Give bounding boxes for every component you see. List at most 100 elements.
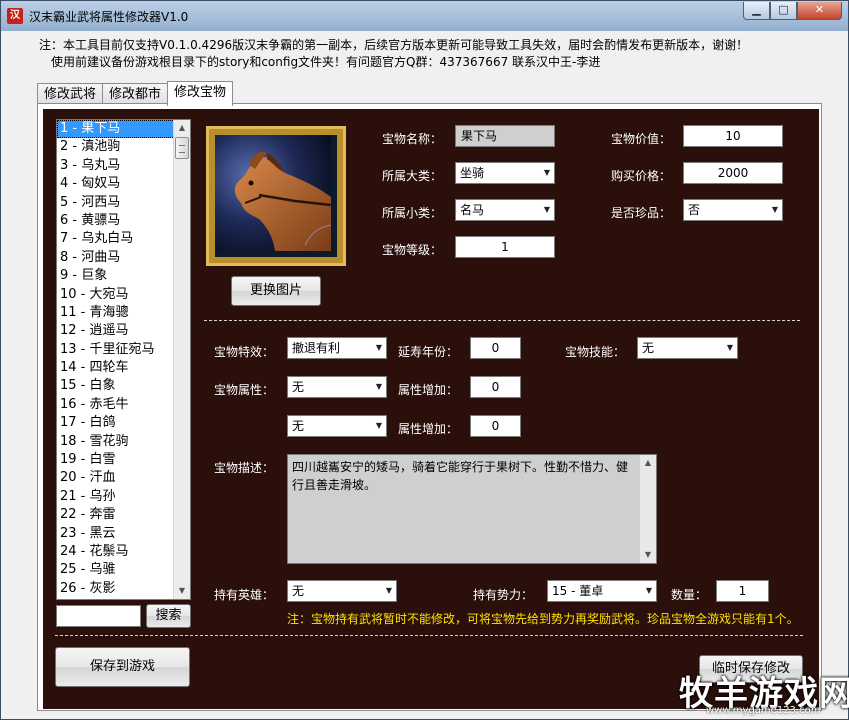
title-bar[interactable]: 汉 汉末霸业武将属性修改器V1.0 ▁ □ ✕	[1, 1, 848, 31]
list-item[interactable]: 3 - 乌丸马	[57, 157, 175, 175]
scroll-up-icon[interactable]: ▲	[640, 455, 656, 471]
life-field[interactable]: 0	[470, 337, 521, 359]
list-item[interactable]: 21 - 乌孙	[57, 488, 175, 506]
skill-select[interactable]: 无 ▼	[637, 337, 738, 359]
subcategory-value: 名马	[460, 203, 485, 217]
chevron-down-icon: ▼	[645, 586, 652, 595]
scroll-thumb[interactable]	[175, 137, 189, 159]
effect-select[interactable]: 撤退有利 ▼	[287, 337, 387, 359]
search-button[interactable]: 搜索	[146, 604, 191, 628]
subcategory-select[interactable]: 名马 ▼	[455, 199, 555, 221]
save-to-game-button[interactable]: 保存到游戏	[55, 647, 190, 687]
treasure-list: 1 - 果下马 2 - 滇池驹 3 - 乌丸马 4 - 匈奴马 5 - 河西马 6 - 黄…	[57, 120, 175, 598]
attr-label: 宝物属性：	[214, 383, 275, 397]
attr-add2-field[interactable]: 0	[470, 415, 521, 437]
attr2-select[interactable]: 无 ▼	[287, 415, 387, 437]
list-item[interactable]: 17 - 白鸽	[57, 414, 175, 432]
chevron-down-icon: ▼	[543, 205, 550, 214]
tab-edit-city[interactable]: 修改都市	[102, 83, 169, 105]
list-item[interactable]: 20 - 汗血	[57, 469, 175, 487]
attr1-select[interactable]: 无 ▼	[287, 376, 387, 398]
treasure-image-frame	[206, 126, 346, 266]
description-scrollbar[interactable]: ▲ ▼	[639, 455, 656, 563]
chevron-down-icon: ▼	[543, 168, 550, 177]
level-field[interactable]: 1	[455, 236, 555, 258]
list-item[interactable]: 1 - 果下马	[57, 120, 175, 139]
price-field[interactable]: 2000	[683, 162, 783, 184]
life-label: 延寿年份：	[398, 345, 459, 359]
treasure-listbox[interactable]: 1 - 果下马 2 - 滇池驹 3 - 乌丸马 4 - 匈奴马 5 - 河西马 6 - 黄…	[56, 119, 191, 600]
list-item[interactable]: 25 - 乌骓	[57, 561, 175, 579]
divider	[55, 635, 803, 636]
tab-edit-general[interactable]: 修改武将	[37, 83, 104, 105]
chevron-down-icon: ▼	[375, 421, 382, 430]
attr-add-label-1: 属性增加：	[398, 383, 459, 397]
rare-select[interactable]: 否 ▼	[683, 199, 783, 221]
scroll-down-icon[interactable]: ▼	[174, 583, 190, 599]
value-label: 宝物价值：	[611, 132, 672, 146]
value-field[interactable]: 10	[683, 125, 783, 147]
window-controls: ▁ □ ✕	[743, 2, 842, 20]
list-item[interactable]: 8 - 河曲马	[57, 249, 175, 267]
faction-value: 15 - 董卓	[552, 584, 604, 598]
faction-select[interactable]: 15 - 董卓 ▼	[547, 580, 657, 602]
notice-text: 注：本工具目前仅支持V0.1.0.4296版汉末争霸的第一副本，后续官方版本更新…	[39, 37, 748, 71]
list-item[interactable]: 16 - 赤毛牛	[57, 396, 175, 414]
subcategory-label: 所属小类：	[382, 206, 443, 220]
list-item[interactable]: 24 - 花鬃马	[57, 543, 175, 561]
change-image-button[interactable]: 更换图片	[231, 276, 321, 306]
description-textarea[interactable]: 四川越巂安宁的矮马，骑着它能穿行于果树下。性勤不惜力、健行且善走滑坡。 ▲ ▼	[287, 454, 657, 564]
main-window: 汉 汉末霸业武将属性修改器V1.0 ▁ □ ✕ 注：本工具目前仅支持V0.1.0…	[0, 0, 849, 720]
list-item[interactable]: 4 - 匈奴马	[57, 175, 175, 193]
list-item[interactable]: 12 - 逍遥马	[57, 322, 175, 340]
list-item[interactable]: 26 - 灰影	[57, 580, 175, 598]
attr2-value: 无	[292, 419, 305, 433]
rare-value: 否	[688, 203, 701, 217]
list-item[interactable]: 6 - 黄骠马	[57, 212, 175, 230]
category-label: 所属大类：	[382, 169, 443, 183]
rare-label: 是否珍品：	[611, 206, 672, 220]
count-label: 数量：	[671, 588, 708, 602]
warning-note: 注：宝物持有武将暂时不能修改，可将宝物先给到势力再奖励武将。珍品宝物全游戏只能有…	[287, 612, 799, 626]
scroll-up-icon[interactable]: ▲	[174, 120, 190, 136]
list-scrollbar[interactable]: ▲ ▼	[173, 120, 190, 599]
list-item[interactable]: 23 - 黑云	[57, 525, 175, 543]
name-field[interactable]: 果下马	[455, 125, 555, 147]
scroll-down-icon[interactable]: ▼	[640, 547, 656, 563]
attr-add-label-2: 属性增加：	[398, 422, 459, 436]
attr1-value: 无	[292, 380, 305, 394]
chevron-down-icon: ▼	[771, 205, 778, 214]
list-item[interactable]: 10 - 大宛马	[57, 286, 175, 304]
faction-label: 持有势力：	[473, 588, 534, 602]
minimize-button[interactable]: ▁	[743, 2, 770, 20]
horse-image	[215, 135, 337, 257]
list-item[interactable]: 15 - 白象	[57, 377, 175, 395]
maximize-button[interactable]: □	[770, 2, 797, 20]
list-item[interactable]: 7 - 乌丸白马	[57, 230, 175, 248]
effect-label: 宝物特效：	[214, 345, 275, 359]
description-label: 宝物描述：	[214, 461, 275, 475]
search-input[interactable]	[56, 605, 141, 627]
list-item[interactable]: 14 - 四轮车	[57, 359, 175, 377]
skill-label: 宝物技能：	[565, 345, 626, 359]
category-select[interactable]: 坐骑 ▼	[455, 162, 555, 184]
attr-add1-field[interactable]: 0	[470, 376, 521, 398]
window-title: 汉末霸业武将属性修改器V1.0	[29, 10, 189, 24]
name-label: 宝物名称：	[382, 132, 443, 146]
notice-line-1: 注：本工具目前仅支持V0.1.0.4296版汉末争霸的第一副本，后续官方版本更新…	[39, 38, 749, 52]
list-item[interactable]: 9 - 巨象	[57, 267, 175, 285]
count-field[interactable]: 1	[716, 580, 769, 602]
tab-edit-treasure[interactable]: 修改宝物	[167, 81, 234, 106]
hero-label: 持有英雄：	[214, 588, 275, 602]
list-item[interactable]: 19 - 白雪	[57, 451, 175, 469]
chevron-down-icon: ▼	[385, 586, 392, 595]
list-item[interactable]: 18 - 雪花驹	[57, 433, 175, 451]
close-button[interactable]: ✕	[797, 2, 842, 20]
list-item[interactable]: 22 - 奔雷	[57, 506, 175, 524]
list-item[interactable]: 13 - 千里征宛马	[57, 341, 175, 359]
list-item[interactable]: 2 - 滇池驹	[57, 138, 175, 156]
hero-select[interactable]: 无 ▼	[287, 580, 397, 602]
list-item[interactable]: 11 - 青海骢	[57, 304, 175, 322]
list-item[interactable]: 5 - 河西马	[57, 194, 175, 212]
skill-value: 无	[642, 341, 655, 355]
